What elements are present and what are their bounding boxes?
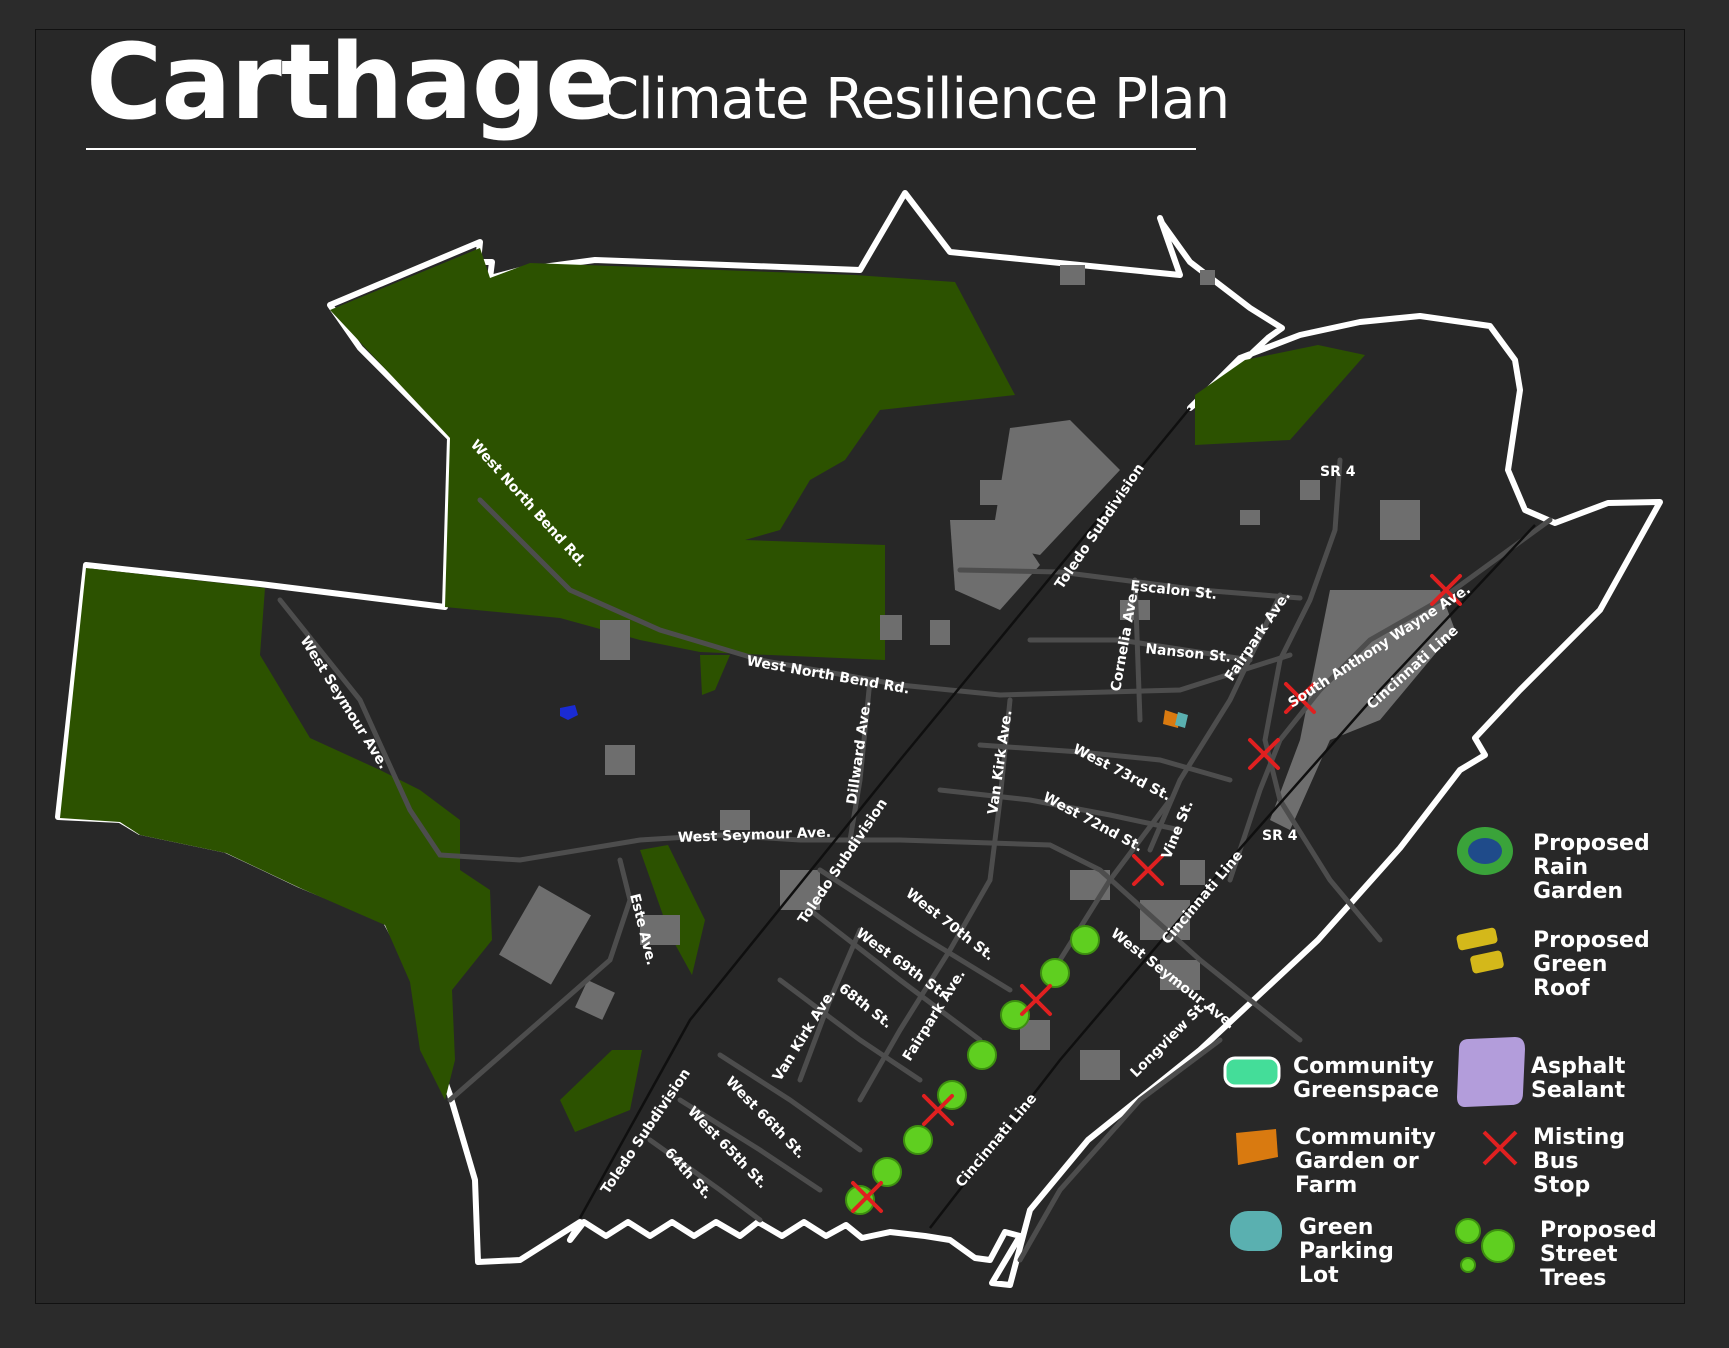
street-tree (1000, 1000, 1030, 1030)
rain-garden-icon (1457, 827, 1513, 875)
legend-green-parking-lot-label: Green Parking Lot (1299, 1215, 1394, 1288)
green-roof-icon (1456, 927, 1504, 974)
carthage-map: West North Bend Rd. West North Bend Rd. … (55, 190, 1663, 1288)
legend-community-greenspace-label: Community Greenspace (1293, 1054, 1440, 1103)
street-tree (1070, 925, 1100, 955)
street-tree (967, 1040, 997, 1070)
map-subtitle: Climate Resilience Plan (600, 67, 1230, 132)
road-label: SR 4 (1262, 828, 1298, 844)
map-title: Carthage (86, 21, 616, 143)
community-greenspace-icon (1223, 1056, 1281, 1088)
legend-community-garden-label: Community Garden or Farm (1295, 1125, 1436, 1198)
green-parking-lot-icon (1230, 1211, 1282, 1251)
legend-misting-bus-stop-label: Misting Bus Stop (1533, 1125, 1625, 1198)
misting-bus-stop-icon (1482, 1130, 1518, 1166)
asphalt-sealant-icon (1457, 1037, 1525, 1107)
community-garden-icon (1236, 1129, 1278, 1165)
legend-green-roof-label: Proposed Green Roof (1533, 928, 1650, 1001)
street-tree (903, 1125, 933, 1155)
street-trees-icon (1455, 1218, 1515, 1273)
legend-asphalt-sealant-label: Asphalt Sealant (1531, 1054, 1626, 1103)
street-tree (1040, 958, 1070, 988)
street-tree (872, 1157, 902, 1187)
legend-rain-garden-label: Proposed Rain Garden (1533, 831, 1650, 904)
road-label: SR 4 (1320, 464, 1356, 480)
title-underline (86, 148, 1196, 150)
legend-street-trees-label: Proposed Street Trees (1540, 1218, 1657, 1291)
